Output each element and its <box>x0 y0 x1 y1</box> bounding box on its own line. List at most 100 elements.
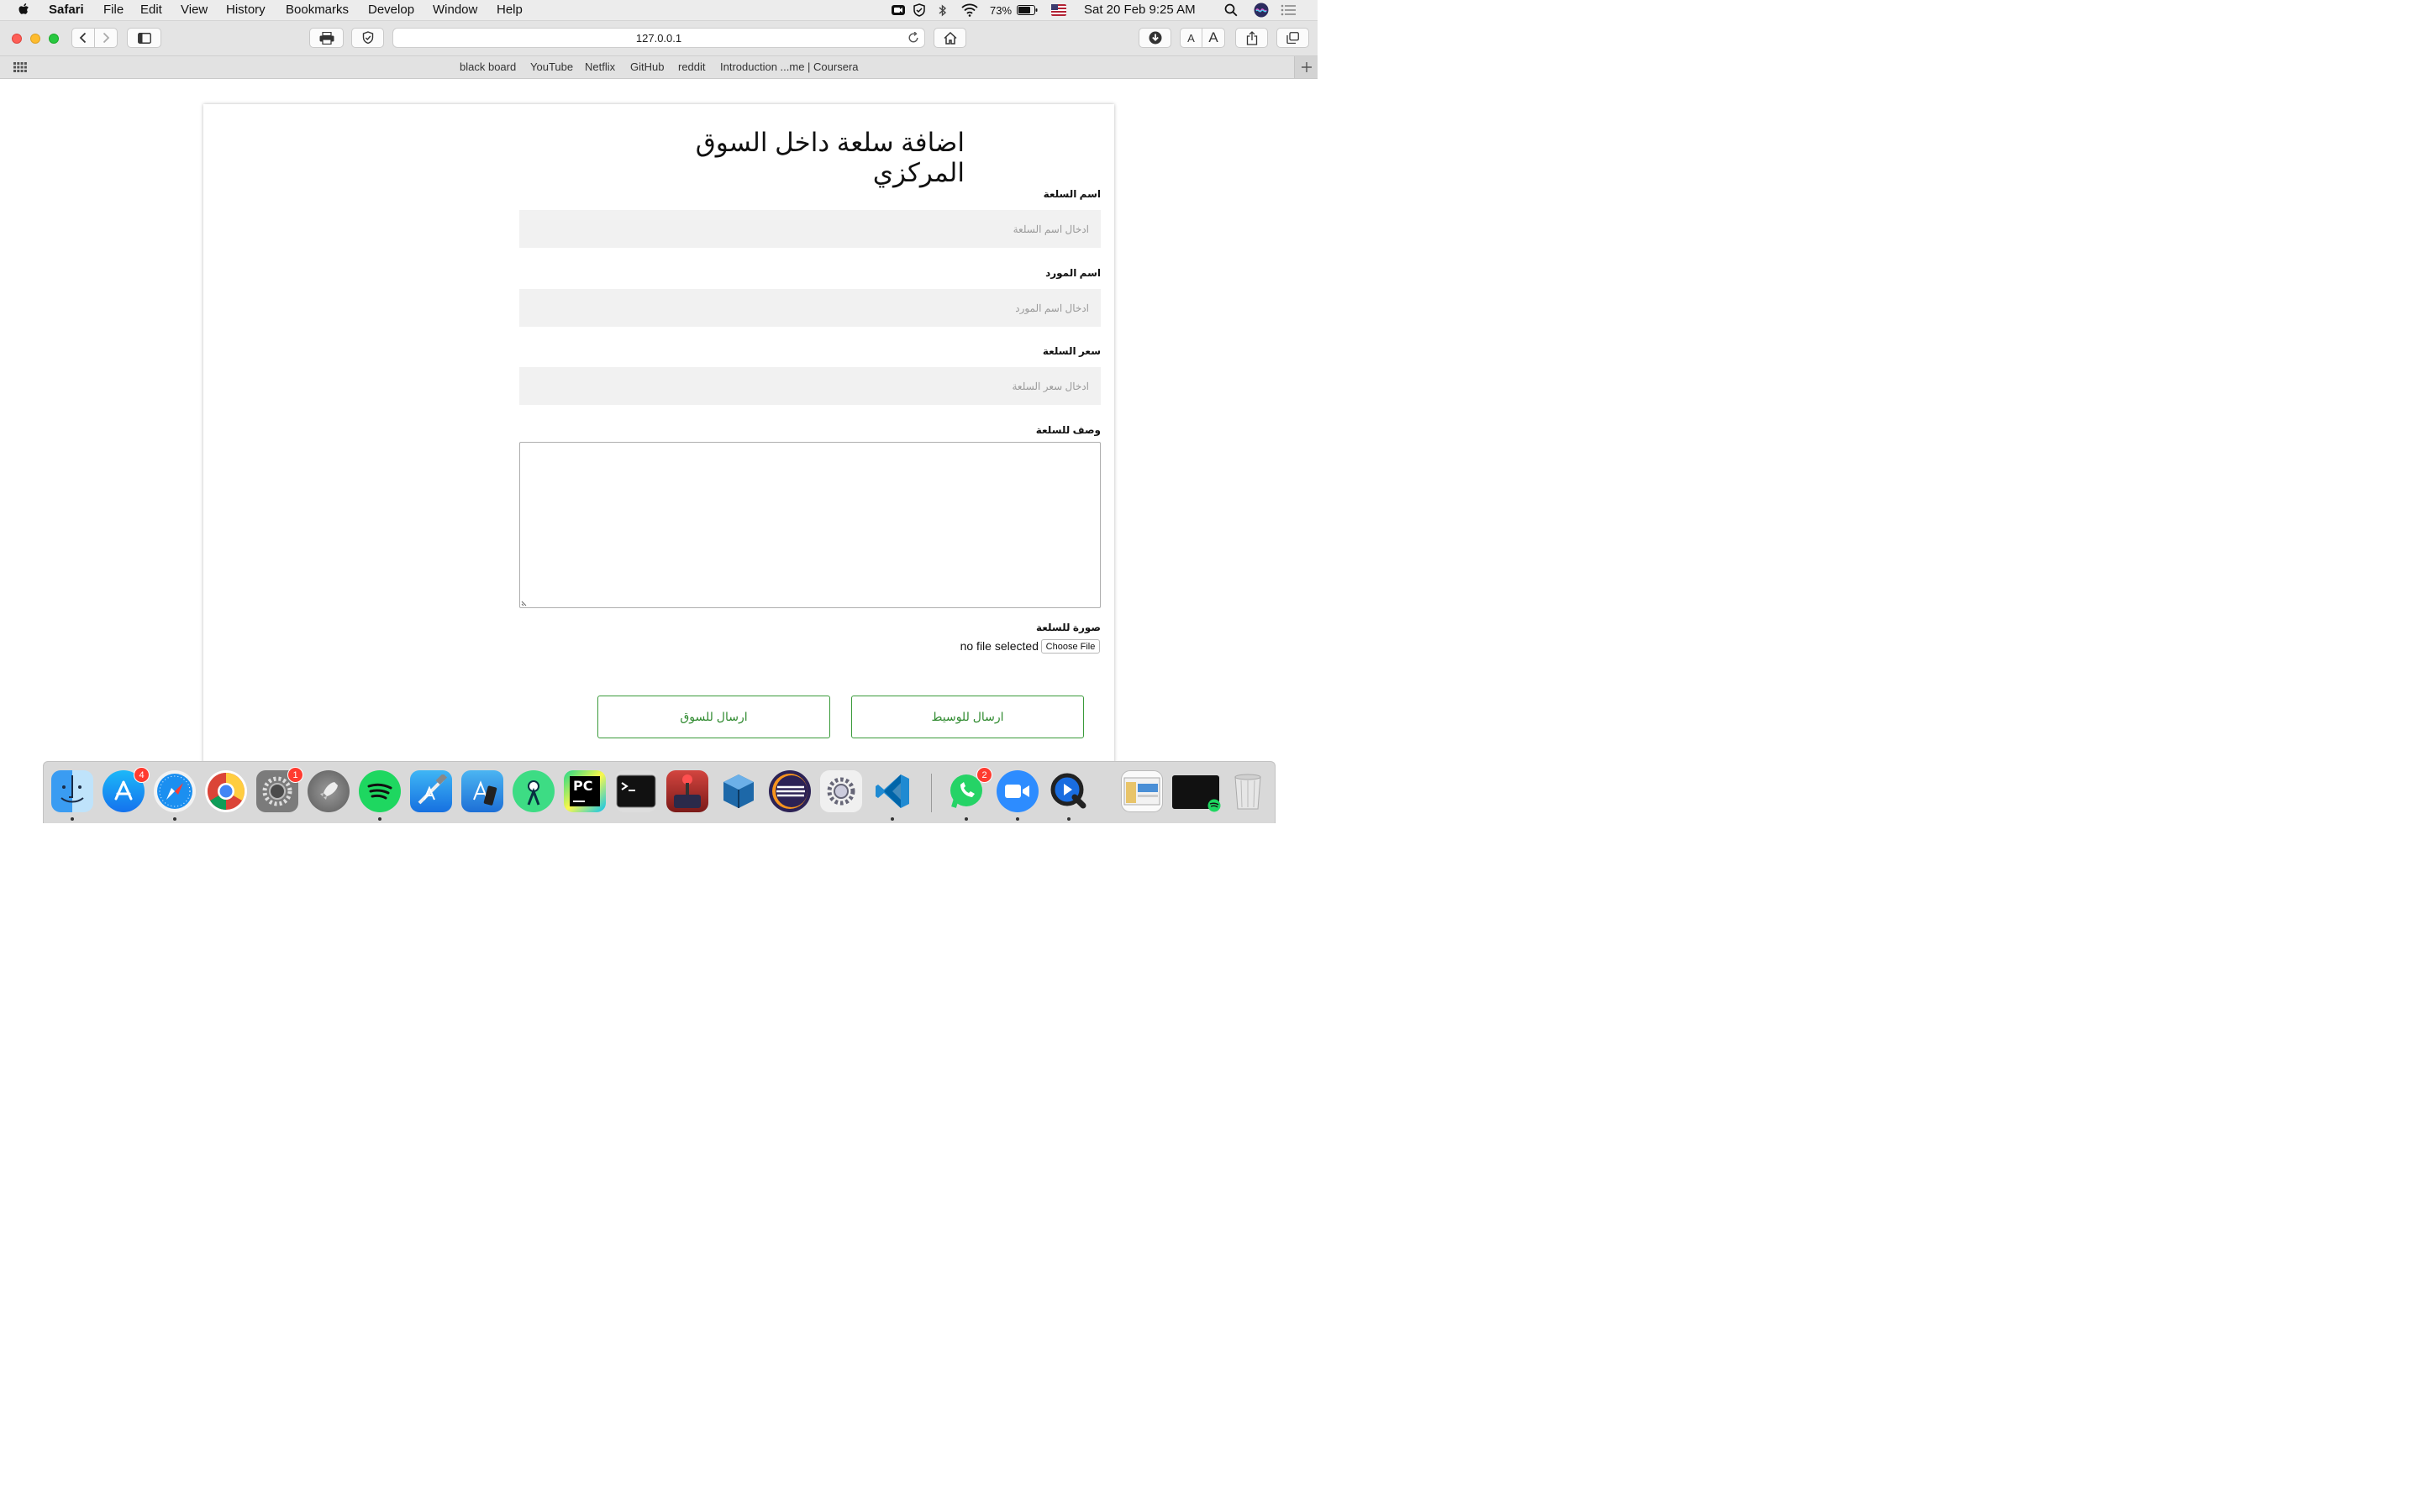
apple-icon[interactable] <box>18 3 31 17</box>
reload-icon[interactable] <box>908 32 919 44</box>
joystick-dock-icon[interactable] <box>666 770 708 812</box>
printer-icon <box>319 31 334 45</box>
window-thumbnail-dock-icon[interactable] <box>1121 770 1163 812</box>
battery-percent: 73% <box>990 4 1013 17</box>
app-store-dock-icon[interactable]: 4 <box>103 767 150 812</box>
address-bar[interactable]: 127.0.0.1 <box>392 28 925 48</box>
menu-app-name[interactable]: Safari <box>49 3 84 17</box>
wifi-icon[interactable] <box>961 3 978 17</box>
eclipse-dock-icon[interactable] <box>769 770 811 812</box>
shield-icon[interactable] <box>913 3 926 17</box>
trash-dock-icon[interactable] <box>1227 770 1269 812</box>
menu-bookmarks[interactable]: Bookmarks <box>286 3 349 17</box>
choose-file-button[interactable]: Choose File <box>1041 639 1100 654</box>
android-studio-dock-icon[interactable] <box>513 770 555 812</box>
system-preferences-dock-icon[interactable]: 1 <box>256 767 303 812</box>
chrome-dock-icon[interactable] <box>205 770 247 812</box>
item-price-label: سعر السلعة <box>1042 345 1101 357</box>
menu-develop[interactable]: Develop <box>368 3 414 17</box>
favorite-link[interactable]: black board <box>460 60 516 73</box>
menu-edit[interactable]: Edit <box>140 3 162 17</box>
minimize-window-button[interactable] <box>30 34 40 44</box>
downloads-button[interactable] <box>1139 28 1171 48</box>
pycharm-label: PC <box>573 778 593 794</box>
text-larger-button[interactable]: A <box>1202 28 1225 48</box>
camera-icon[interactable] <box>892 4 905 16</box>
running-indicator <box>378 817 381 821</box>
text-smaller-button[interactable]: A <box>1180 28 1202 48</box>
terminal-dock-icon[interactable] <box>615 770 657 812</box>
close-window-button[interactable] <box>12 34 22 44</box>
image-label: صورة للسلعة <box>1035 622 1101 633</box>
spotlight-search-icon[interactable] <box>1224 3 1238 17</box>
text-small-icon: A <box>1187 31 1195 45</box>
favorite-link[interactable]: Introduction ...me | Coursera <box>720 60 859 73</box>
home-button[interactable] <box>934 28 966 48</box>
privacy-shield-button[interactable] <box>351 28 384 48</box>
share-button[interactable] <box>1235 28 1268 48</box>
running-indicator <box>1016 817 1019 821</box>
settings-gear-dock-icon[interactable] <box>820 770 862 812</box>
battery-icon[interactable] <box>1017 5 1038 15</box>
terminal-window-thumbnail-icon[interactable] <box>1172 775 1221 812</box>
running-indicator <box>891 817 894 821</box>
whatsapp-dock-icon[interactable]: 2 <box>945 767 992 812</box>
tabs-overview-button[interactable] <box>1276 28 1309 48</box>
safari-dock-icon[interactable] <box>154 770 196 812</box>
address-url[interactable]: 127.0.0.1 <box>393 32 924 45</box>
bluetooth-icon[interactable] <box>938 4 948 17</box>
launchpad-dock-icon[interactable] <box>308 770 350 812</box>
back-button[interactable] <box>71 28 95 48</box>
send-to-market-button[interactable]: ارسال للسوق <box>597 696 830 738</box>
form-title: اضافة سلعة داخل السوق المركزي <box>695 128 965 187</box>
zoom-dock-icon[interactable] <box>997 770 1039 812</box>
web-page: اضافة سلعة داخل السوق المركزي اسم السلعة… <box>0 79 1318 761</box>
text-large-icon: A <box>1208 29 1218 45</box>
send-to-broker-button[interactable]: ارسال للوسيط <box>851 696 1084 738</box>
print-button[interactable] <box>309 28 344 48</box>
favorite-link[interactable]: reddit <box>678 60 706 73</box>
spotify-dock-icon[interactable] <box>359 770 401 812</box>
vscode-dock-icon[interactable] <box>871 770 913 812</box>
home-icon <box>943 31 957 45</box>
sidebar-toggle-button[interactable] <box>127 28 161 48</box>
siri-icon[interactable] <box>1254 3 1269 18</box>
menu-view[interactable]: View <box>181 3 208 17</box>
share-icon <box>1246 30 1258 45</box>
shield-check-icon <box>362 31 374 45</box>
input-source-flag-icon[interactable] <box>1051 4 1066 16</box>
favorites-bar: black board YouTube Netflix GitHub reddi… <box>0 56 1318 79</box>
menu-help[interactable]: Help <box>497 3 523 17</box>
favorite-link[interactable]: Netflix <box>585 60 615 73</box>
zoom-window-button[interactable] <box>49 34 59 44</box>
item-price-input[interactable] <box>519 367 1101 405</box>
pycharm-dock-icon[interactable]: PC <box>564 770 606 812</box>
running-indicator <box>71 817 74 821</box>
favorite-link[interactable]: GitHub <box>630 60 664 73</box>
item-name-input[interactable] <box>519 210 1101 248</box>
supplier-name-input[interactable] <box>519 289 1101 327</box>
resize-grip-icon[interactable] <box>521 599 529 606</box>
notification-center-icon[interactable] <box>1281 4 1296 16</box>
description-textarea[interactable] <box>519 442 1101 608</box>
forward-button[interactable] <box>94 28 118 48</box>
quicktime-dock-icon[interactable] <box>1048 770 1090 812</box>
grid-icon[interactable] <box>13 62 27 72</box>
finder-dock-icon[interactable] <box>51 770 93 812</box>
menu-bar: Safari File Edit View History Bookmarks … <box>0 0 1318 21</box>
browser-toolbar: 127.0.0.1 A A <box>0 21 1318 56</box>
virtualbox-dock-icon[interactable] <box>718 770 760 812</box>
running-indicator <box>965 817 968 821</box>
favorite-link[interactable]: YouTube <box>530 60 573 73</box>
xcode-dock-icon[interactable] <box>410 770 452 812</box>
menubar-clock[interactable]: Sat 20 Feb 9:25 AM <box>1084 3 1196 17</box>
new-tab-button[interactable] <box>1294 56 1318 78</box>
plus-icon <box>1301 62 1312 72</box>
menu-window[interactable]: Window <box>433 3 477 17</box>
dock-separator <box>931 774 932 812</box>
menu-history[interactable]: History <box>226 3 266 17</box>
simulator-dock-icon[interactable] <box>461 770 503 812</box>
menu-file[interactable]: File <box>103 3 124 17</box>
tabs-icon <box>1286 32 1299 44</box>
chevron-left-icon <box>79 32 87 44</box>
